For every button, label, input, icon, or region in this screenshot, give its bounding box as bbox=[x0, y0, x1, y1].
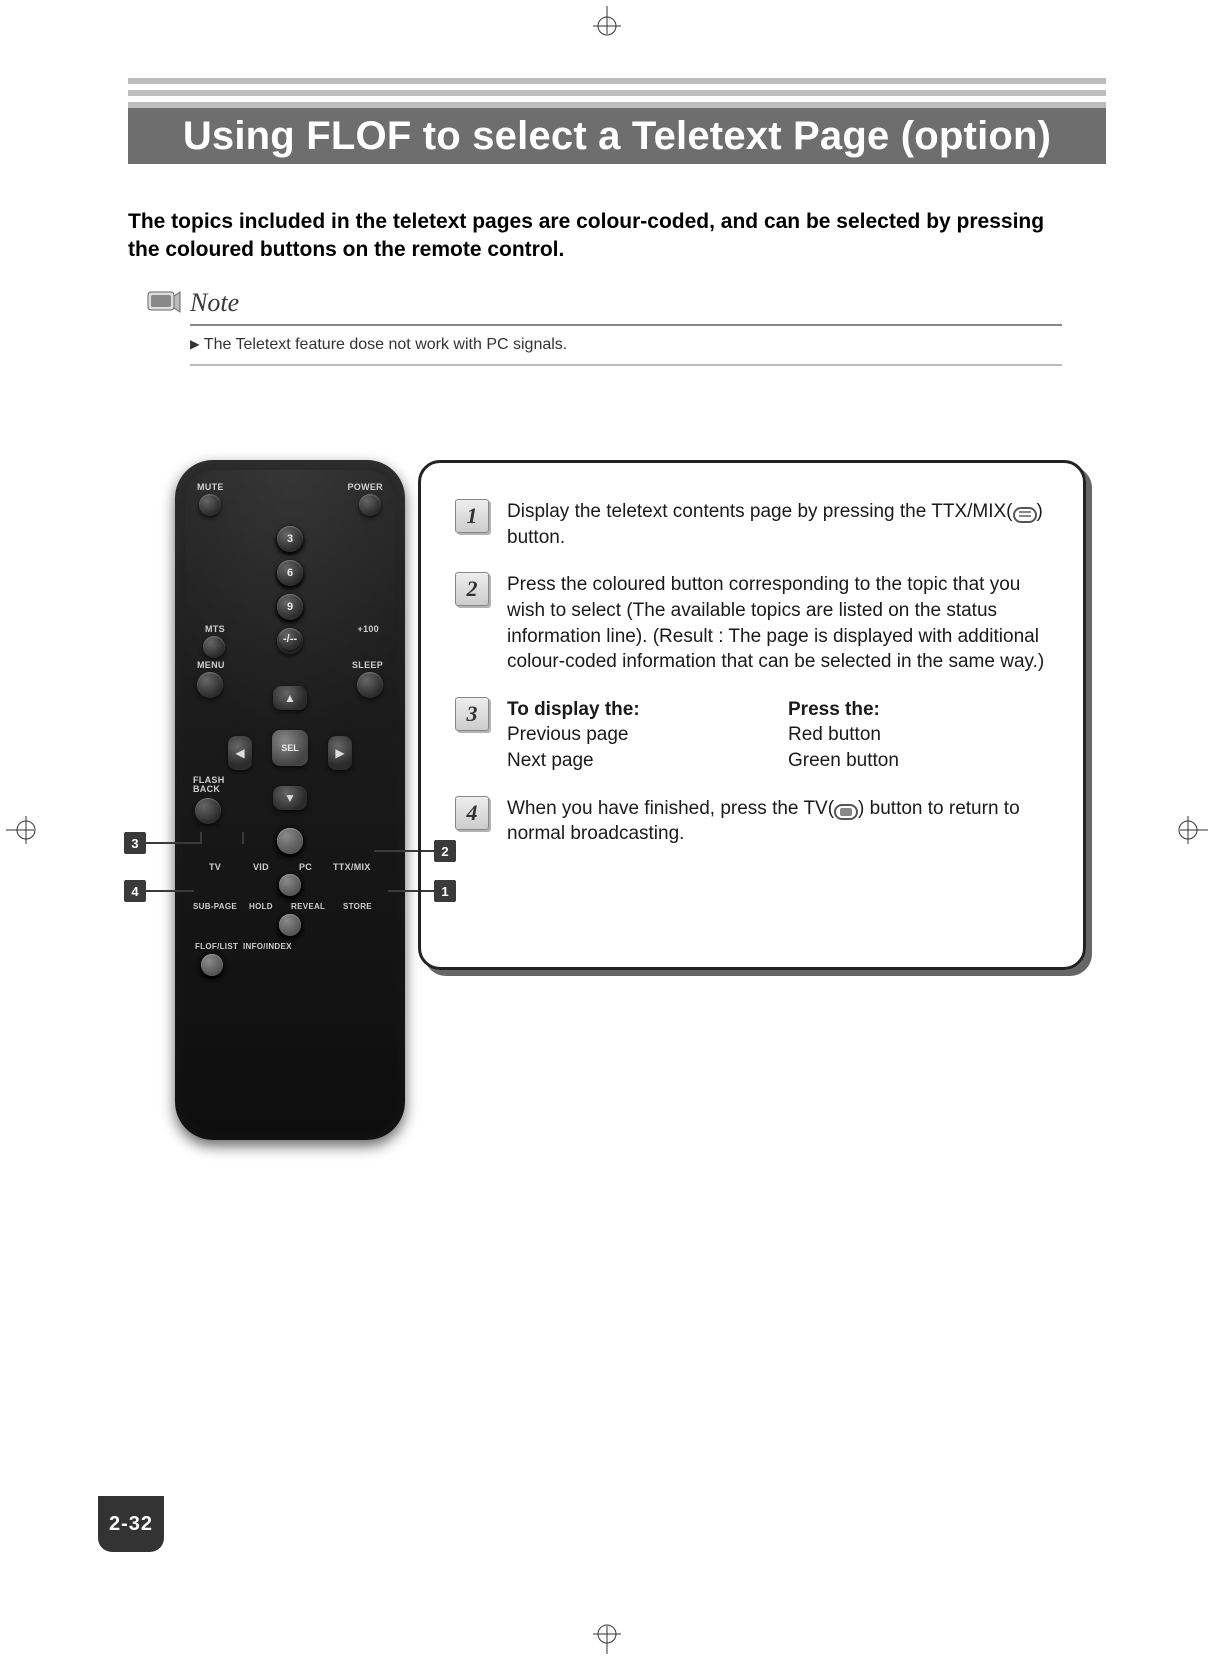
callout-3-tick1 bbox=[200, 832, 202, 844]
btn-store bbox=[279, 914, 301, 936]
crop-mark-left bbox=[6, 810, 46, 850]
label-vid: VID bbox=[253, 862, 269, 872]
label-flashback: FLASH BACK bbox=[193, 776, 225, 794]
label-pc: PC bbox=[299, 862, 312, 872]
step-1-badge: 1 bbox=[455, 499, 489, 533]
label-plus100: +100 bbox=[358, 624, 379, 634]
label-mts: MTS bbox=[205, 624, 225, 634]
btn-power bbox=[359, 494, 381, 516]
label-store: STORE bbox=[343, 902, 372, 911]
label-infoindex: INFO/INDEX bbox=[243, 942, 292, 951]
label-hold: HOLD bbox=[249, 902, 273, 911]
step-1: 1 Display the teletext contents page by … bbox=[455, 499, 1049, 550]
label-menu: MENU bbox=[197, 660, 225, 670]
note-tv-icon bbox=[144, 286, 182, 318]
keypad-3: 3 bbox=[277, 526, 303, 552]
tv-icon bbox=[834, 804, 858, 820]
callout-3-line bbox=[146, 842, 200, 844]
remote-body: MUTE POWER 1 2 3 4 5 6 7 8 9 MTS +100 bbox=[175, 460, 405, 1140]
step-4-badge: 4 bbox=[455, 796, 489, 830]
label-subpage: SUB-PAGE bbox=[193, 902, 237, 911]
page: Using FLOF to select a Teletext Page (op… bbox=[0, 0, 1214, 1660]
label-sleep: SLEEP bbox=[352, 660, 383, 670]
note-block: Note ▶ The Teletext feature dose not wor… bbox=[190, 288, 1062, 366]
btn-sleep bbox=[357, 672, 383, 698]
btn-mts bbox=[203, 636, 225, 658]
note-body: The Teletext feature dose not work with … bbox=[204, 336, 567, 353]
step-2: 2 Press the coloured button correspondin… bbox=[455, 572, 1049, 675]
label-ttxmix: TTX/MIX bbox=[333, 862, 371, 872]
dpad-up: ▲ bbox=[273, 686, 307, 710]
step-4: 4 When you have finished, press the TV()… bbox=[455, 796, 1049, 847]
note-divider-2 bbox=[190, 364, 1062, 366]
colour-btn-blue bbox=[277, 828, 303, 854]
step-4-body: When you have finished, press the TV() b… bbox=[507, 796, 1049, 847]
label-reveal: REVEAL bbox=[291, 902, 325, 911]
step-3: 3 To display the: Press the: Previous pa… bbox=[455, 697, 1049, 774]
step-3-hd-right: Press the: bbox=[788, 697, 1049, 723]
step-3-hd-left: To display the: bbox=[507, 697, 768, 723]
callout-3-tick2 bbox=[242, 832, 244, 844]
step-3-r2-left: Next page bbox=[507, 748, 768, 774]
dpad-left: ◀ bbox=[228, 736, 252, 770]
btn-flashback bbox=[195, 798, 221, 824]
crop-mark-right bbox=[1168, 810, 1208, 850]
callout-4: 4 bbox=[124, 880, 146, 902]
step-2-badge: 2 bbox=[455, 572, 489, 606]
ttxmix-icon bbox=[1013, 507, 1037, 523]
keypad-9: 9 bbox=[277, 594, 303, 620]
note-label: Note bbox=[190, 288, 1062, 318]
crop-mark-top bbox=[587, 6, 627, 46]
callout-4-line bbox=[146, 890, 194, 892]
btn-mute bbox=[199, 494, 221, 516]
dpad-right: ▶ bbox=[328, 736, 352, 770]
keypad-6: 6 bbox=[277, 560, 303, 586]
step-2-body: Press the coloured button corresponding … bbox=[507, 572, 1049, 675]
note-divider bbox=[190, 324, 1062, 326]
step-3-badge: 3 bbox=[455, 697, 489, 731]
btn-menu bbox=[197, 672, 223, 698]
page-number: 2-32 bbox=[98, 1496, 164, 1552]
btn-ttxmix bbox=[279, 874, 301, 896]
label-floflist: FLOF/LIST bbox=[195, 942, 238, 951]
note-bullet: ▶ bbox=[190, 334, 200, 353]
dpad-sel: SEL bbox=[272, 730, 308, 766]
remote-illustration: MUTE POWER 1 2 3 4 5 6 7 8 9 MTS +100 bbox=[160, 460, 420, 1160]
intro-text: The topics included in the teletext page… bbox=[128, 208, 1062, 265]
step-1-text-a: Display the teletext contents page by pr… bbox=[507, 501, 1013, 522]
btn-extra-2 bbox=[201, 954, 223, 976]
label-tv: TV bbox=[209, 862, 221, 872]
instruction-panel: 1 Display the teletext contents page by … bbox=[418, 460, 1086, 970]
note-text: ▶ The Teletext feature dose not work wit… bbox=[190, 334, 1062, 354]
label-mute: MUTE bbox=[197, 482, 224, 492]
crop-mark-bottom bbox=[587, 1614, 627, 1654]
btn-dashes: -/-- bbox=[279, 628, 301, 650]
step-4-text-a: When you have finished, press the TV( bbox=[507, 798, 834, 819]
callout-3: 3 bbox=[124, 832, 146, 854]
step-3-table: To display the: Press the: Previous page… bbox=[507, 697, 1049, 774]
dpad: ▲ ▼ ◀ ▶ SEL bbox=[230, 688, 350, 808]
page-title: Using FLOF to select a Teletext Page (op… bbox=[128, 110, 1106, 166]
dpad-down: ▼ bbox=[273, 786, 307, 810]
step-1-body: Display the teletext contents page by pr… bbox=[507, 499, 1049, 550]
step-3-r1-right: Red button bbox=[788, 722, 1049, 748]
step-3-r2-right: Green button bbox=[788, 748, 1049, 774]
label-power: POWER bbox=[347, 482, 383, 492]
step-3-r1-left: Previous page bbox=[507, 722, 768, 748]
